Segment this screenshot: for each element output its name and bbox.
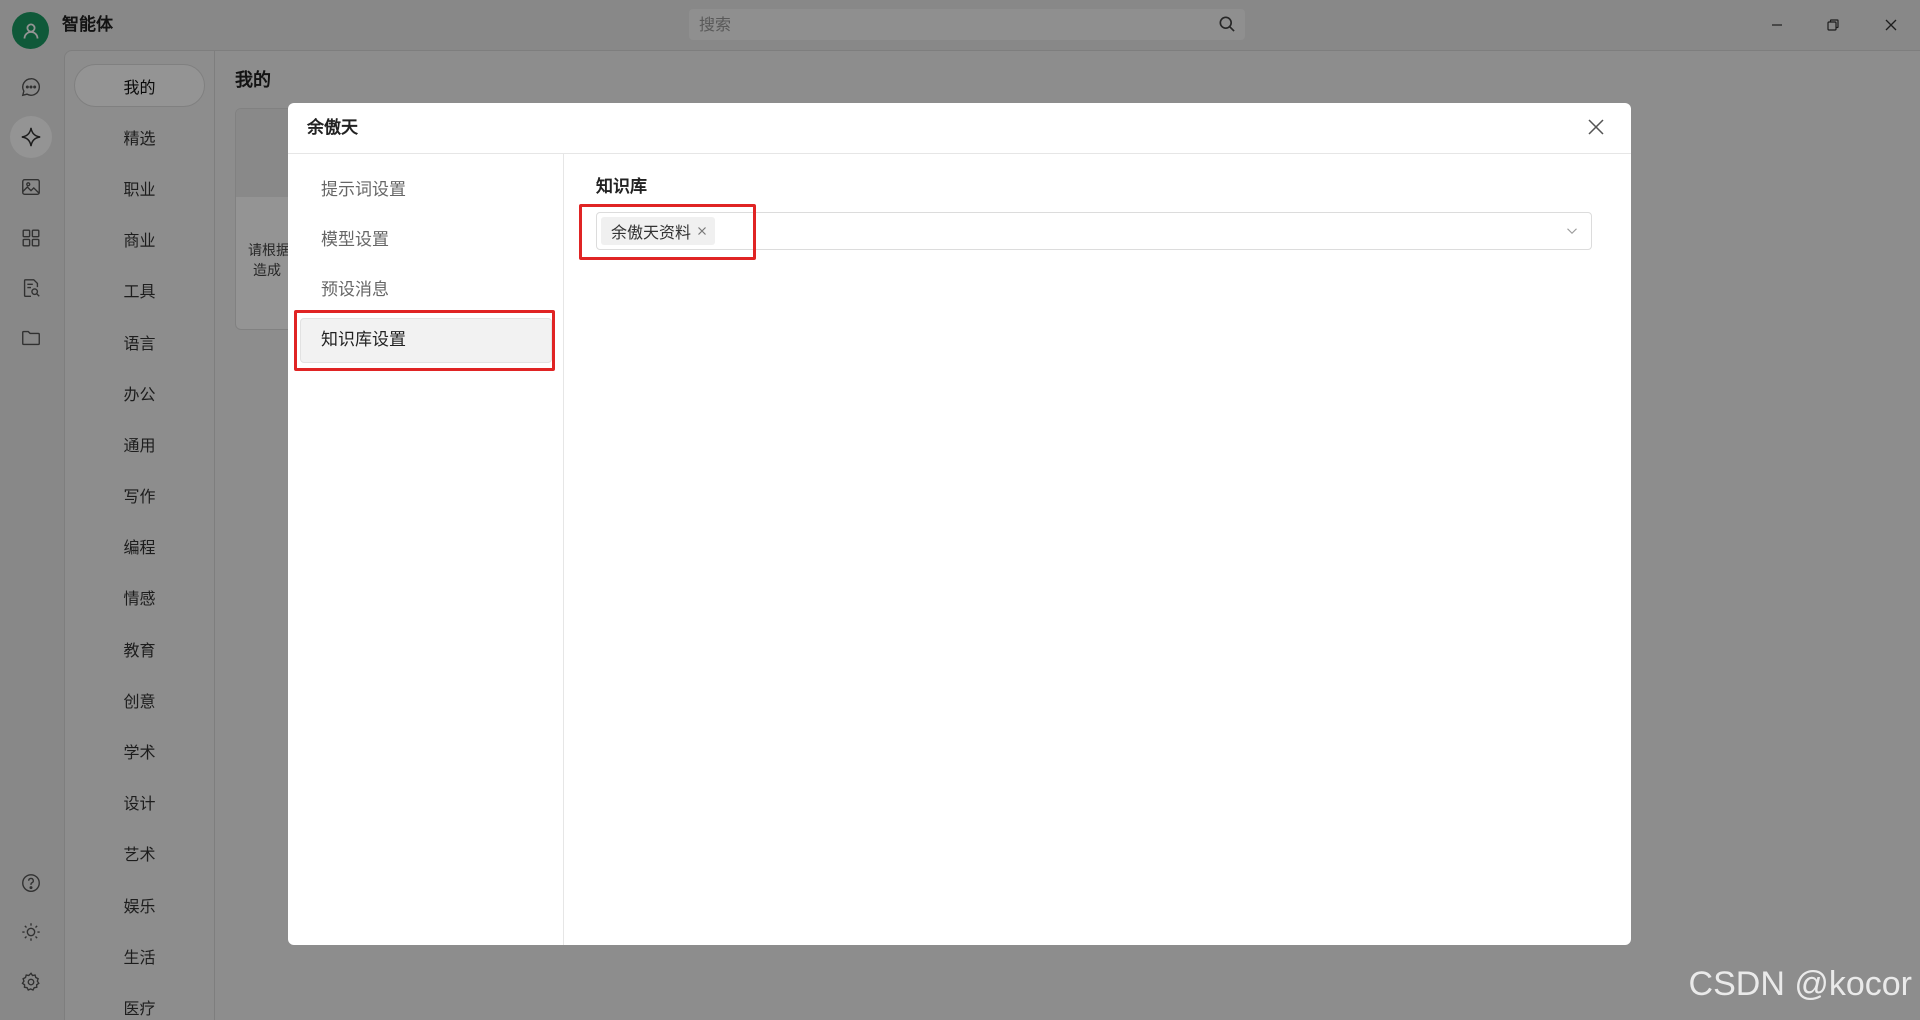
dialog-title: 余傲天 — [307, 118, 358, 138]
menu-item-preset-messages[interactable]: 预设消息 — [300, 268, 552, 313]
dialog-close-button[interactable] — [1581, 112, 1611, 142]
highlight-box — [294, 310, 555, 371]
dialog-header: 余傲天 — [288, 103, 1631, 154]
highlight-box — [579, 204, 756, 260]
chevron-down-icon[interactable] — [1563, 222, 1581, 240]
settings-menu: 提示词设置 模型设置 预设消息 知识库设置 — [288, 154, 564, 945]
menu-item-prompt-settings[interactable]: 提示词设置 — [300, 168, 552, 213]
watermark: CSDN @kocor — [1688, 965, 1912, 1003]
menu-item-model-settings[interactable]: 模型设置 — [300, 218, 552, 263]
knowledge-base-label: 知识库 — [596, 177, 647, 197]
dialog-body: 提示词设置 模型设置 预设消息 知识库设置 知识库 余傲天资料 — [288, 154, 1631, 945]
agent-settings-dialog: 余傲天 提示词设置 模型设置 预设消息 知识库设置 知识库 余傲天资料 — [288, 103, 1631, 945]
knowledge-settings-panel: 知识库 余傲天资料 — [564, 154, 1631, 945]
close-icon — [1586, 117, 1606, 137]
